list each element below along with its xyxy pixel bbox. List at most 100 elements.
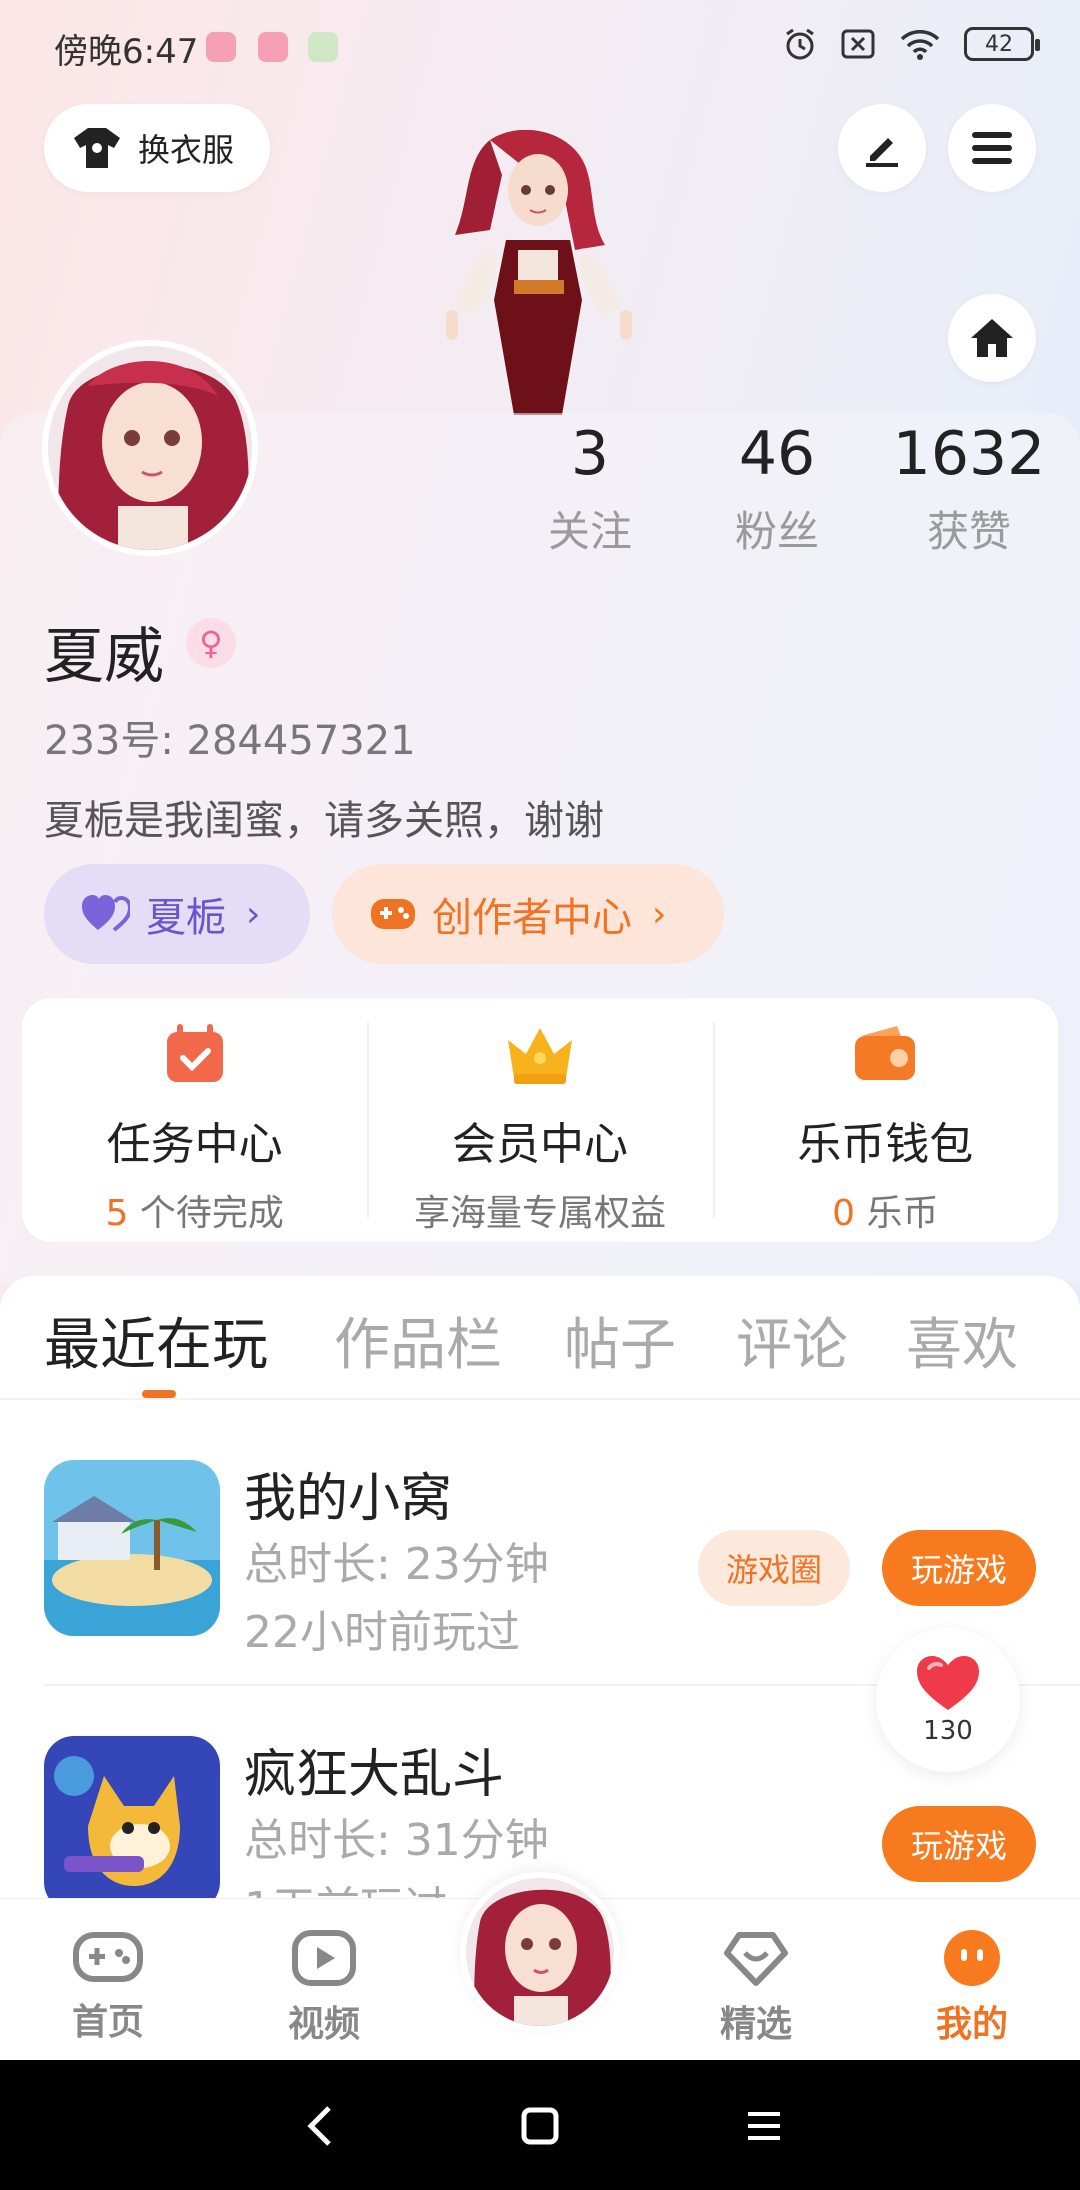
nav-mine-label: 我的	[935, 2004, 1008, 2045]
game-duration: 总时长: 31分钟	[244, 1815, 549, 1866]
status-bar: 傍晚6:47 42	[0, 0, 1080, 96]
crown-icon	[507, 1028, 572, 1084]
avatar-image	[48, 346, 252, 550]
member-center-title: 会员中心	[451, 1119, 628, 1170]
tab-recent-played[interactable]: 最近在玩	[44, 1300, 268, 1381]
creator-center-chevron: ›	[652, 893, 667, 935]
content-panel: 最近在玩 作品栏 帖子 评论 喜欢 我的小窝 总时长: 23分钟 22小时前玩过…	[0, 1276, 1080, 1898]
coin-wallet[interactable]: 乐币钱包 0 乐币	[712, 998, 1058, 1242]
calendar-check-icon	[166, 1024, 223, 1082]
island-game-image	[44, 1460, 220, 1636]
task-center-title: 任务中心	[106, 1119, 283, 1170]
coin-wallet-title: 乐币钱包	[797, 1119, 974, 1170]
profile-avatar[interactable]	[42, 340, 258, 556]
tab-comments[interactable]: 评论	[736, 1300, 848, 1381]
stat-likes[interactable]: 1632 获赞	[892, 419, 1046, 559]
task-center-subtitle: 5 个待完成	[105, 1184, 283, 1236]
back-icon	[307, 2106, 331, 2146]
game-thumbnail[interactable]	[44, 1460, 220, 1636]
gamepad-icon	[371, 899, 415, 929]
member-center-subtitle: 享海量专属权益	[413, 1193, 666, 1234]
content-tabs: 最近在玩 作品栏 帖子 评论 喜欢	[0, 1300, 1080, 1396]
play-game-button[interactable]: 玩游戏	[882, 1530, 1036, 1606]
nav-featured[interactable]: 精选	[686, 1929, 826, 2047]
system-recents-button[interactable]	[736, 2098, 792, 2154]
friend-pill-chevron: ›	[246, 893, 261, 935]
tshirt-icon	[74, 128, 120, 168]
user-id[interactable]: 233号: 284457321	[44, 708, 416, 766]
tab-works[interactable]: 作品栏	[334, 1300, 502, 1381]
status-icons: 42	[782, 26, 1040, 62]
game-duration: 总时长: 23分钟	[244, 1539, 549, 1590]
nav-video-label: 视频	[287, 2004, 360, 2045]
brawl-game-image	[44, 1736, 220, 1898]
system-nav-bar	[0, 2060, 1080, 2190]
home-icon	[971, 319, 1013, 357]
creator-center-label: 创作者中心	[432, 895, 632, 941]
active-tab-indicator	[142, 1390, 176, 1398]
avatar-character-figure[interactable]	[430, 130, 650, 415]
tab-likes[interactable]: 喜欢	[906, 1300, 1018, 1381]
friend-pill-button[interactable]: 夏栀 ›	[44, 864, 310, 964]
tab-divider	[0, 1398, 1080, 1400]
menu-icon	[972, 132, 1012, 164]
female-icon: ♀	[199, 624, 223, 662]
coin-suffix: 乐币	[855, 1193, 939, 1234]
nav-home-label: 首页	[71, 2002, 144, 2043]
likes-count: 1632	[892, 419, 1046, 489]
nav-video[interactable]: 视频	[254, 1929, 394, 2047]
nav-featured-label: 精选	[719, 2004, 792, 2045]
profile-face-icon	[944, 1930, 1000, 1986]
like-floating-button[interactable]: 130	[876, 1628, 1020, 1772]
play-video-icon	[292, 1930, 356, 1986]
followers-label: 粉丝	[734, 507, 819, 556]
heart-diamond-icon	[724, 1932, 788, 1986]
tab-posts[interactable]: 帖子	[564, 1300, 676, 1381]
stat-followers[interactable]: 46 粉丝	[717, 420, 837, 559]
home-button[interactable]	[948, 294, 1036, 382]
nav-home[interactable]: 首页	[38, 1929, 178, 2045]
game-title: 疯狂大乱斗	[244, 1745, 505, 1805]
pending-task-suffix: 个待完成	[128, 1193, 284, 1234]
center-avatar-image	[466, 1878, 614, 2026]
friend-pill-label: 夏栀	[146, 895, 226, 941]
system-home-button[interactable]	[512, 2098, 568, 2154]
shield-app-icon	[206, 32, 236, 62]
system-back-button[interactable]	[292, 2098, 348, 2154]
green-app-icon	[308, 32, 338, 62]
stat-following[interactable]: 3 关注	[530, 420, 650, 559]
menu-button[interactable]	[948, 104, 1036, 192]
play-game-button[interactable]: 玩游戏	[882, 1806, 1036, 1882]
edit-button[interactable]	[838, 104, 926, 192]
sim-off-icon	[841, 29, 875, 59]
user-name: 夏威	[44, 622, 164, 692]
game-thumbnail[interactable]	[44, 1736, 220, 1898]
following-count: 3	[570, 419, 610, 489]
creator-center-button[interactable]: 创作者中心 ›	[332, 864, 724, 964]
services-card: 任务中心 5 个待完成 会员中心 享海量专属权益 乐币钱包 0 乐币	[22, 998, 1058, 1242]
pencil-icon	[866, 138, 898, 167]
nav-mine[interactable]: 我的	[902, 1929, 1042, 2047]
task-center[interactable]: 任务中心 5 个待完成	[22, 998, 367, 1242]
change-outfit-label: 换衣服	[138, 131, 235, 169]
change-outfit-button[interactable]: 换衣服	[44, 104, 270, 192]
game-circle-button[interactable]: 游戏圈	[698, 1530, 850, 1606]
following-label: 关注	[547, 507, 632, 556]
member-center[interactable]: 会员中心 享海量专属权益	[367, 998, 712, 1242]
game-last-played: 1天前玩过	[244, 1872, 448, 1898]
user-bio: 夏栀是我闺蜜，请多关照，谢谢	[44, 798, 604, 844]
game-title: 我的小窝	[244, 1469, 453, 1529]
pending-task-count: 5	[105, 1193, 129, 1234]
center-avatar-button[interactable]	[460, 1872, 620, 2032]
recents-icon	[748, 2112, 780, 2140]
tiktok-app-icon	[258, 32, 288, 62]
like-count: 130	[923, 1716, 973, 1746]
status-time: 傍晚6:47	[54, 32, 199, 72]
game-last-played: 22小时前玩过	[244, 1607, 520, 1658]
home-square-icon	[521, 2107, 559, 2145]
followers-count: 46	[738, 419, 816, 489]
battery-indicator: 42	[964, 27, 1040, 61]
double-heart-icon	[82, 895, 130, 932]
coin-wallet-subtitle: 0 乐币	[832, 1184, 938, 1236]
wallet-icon	[855, 1026, 916, 1080]
